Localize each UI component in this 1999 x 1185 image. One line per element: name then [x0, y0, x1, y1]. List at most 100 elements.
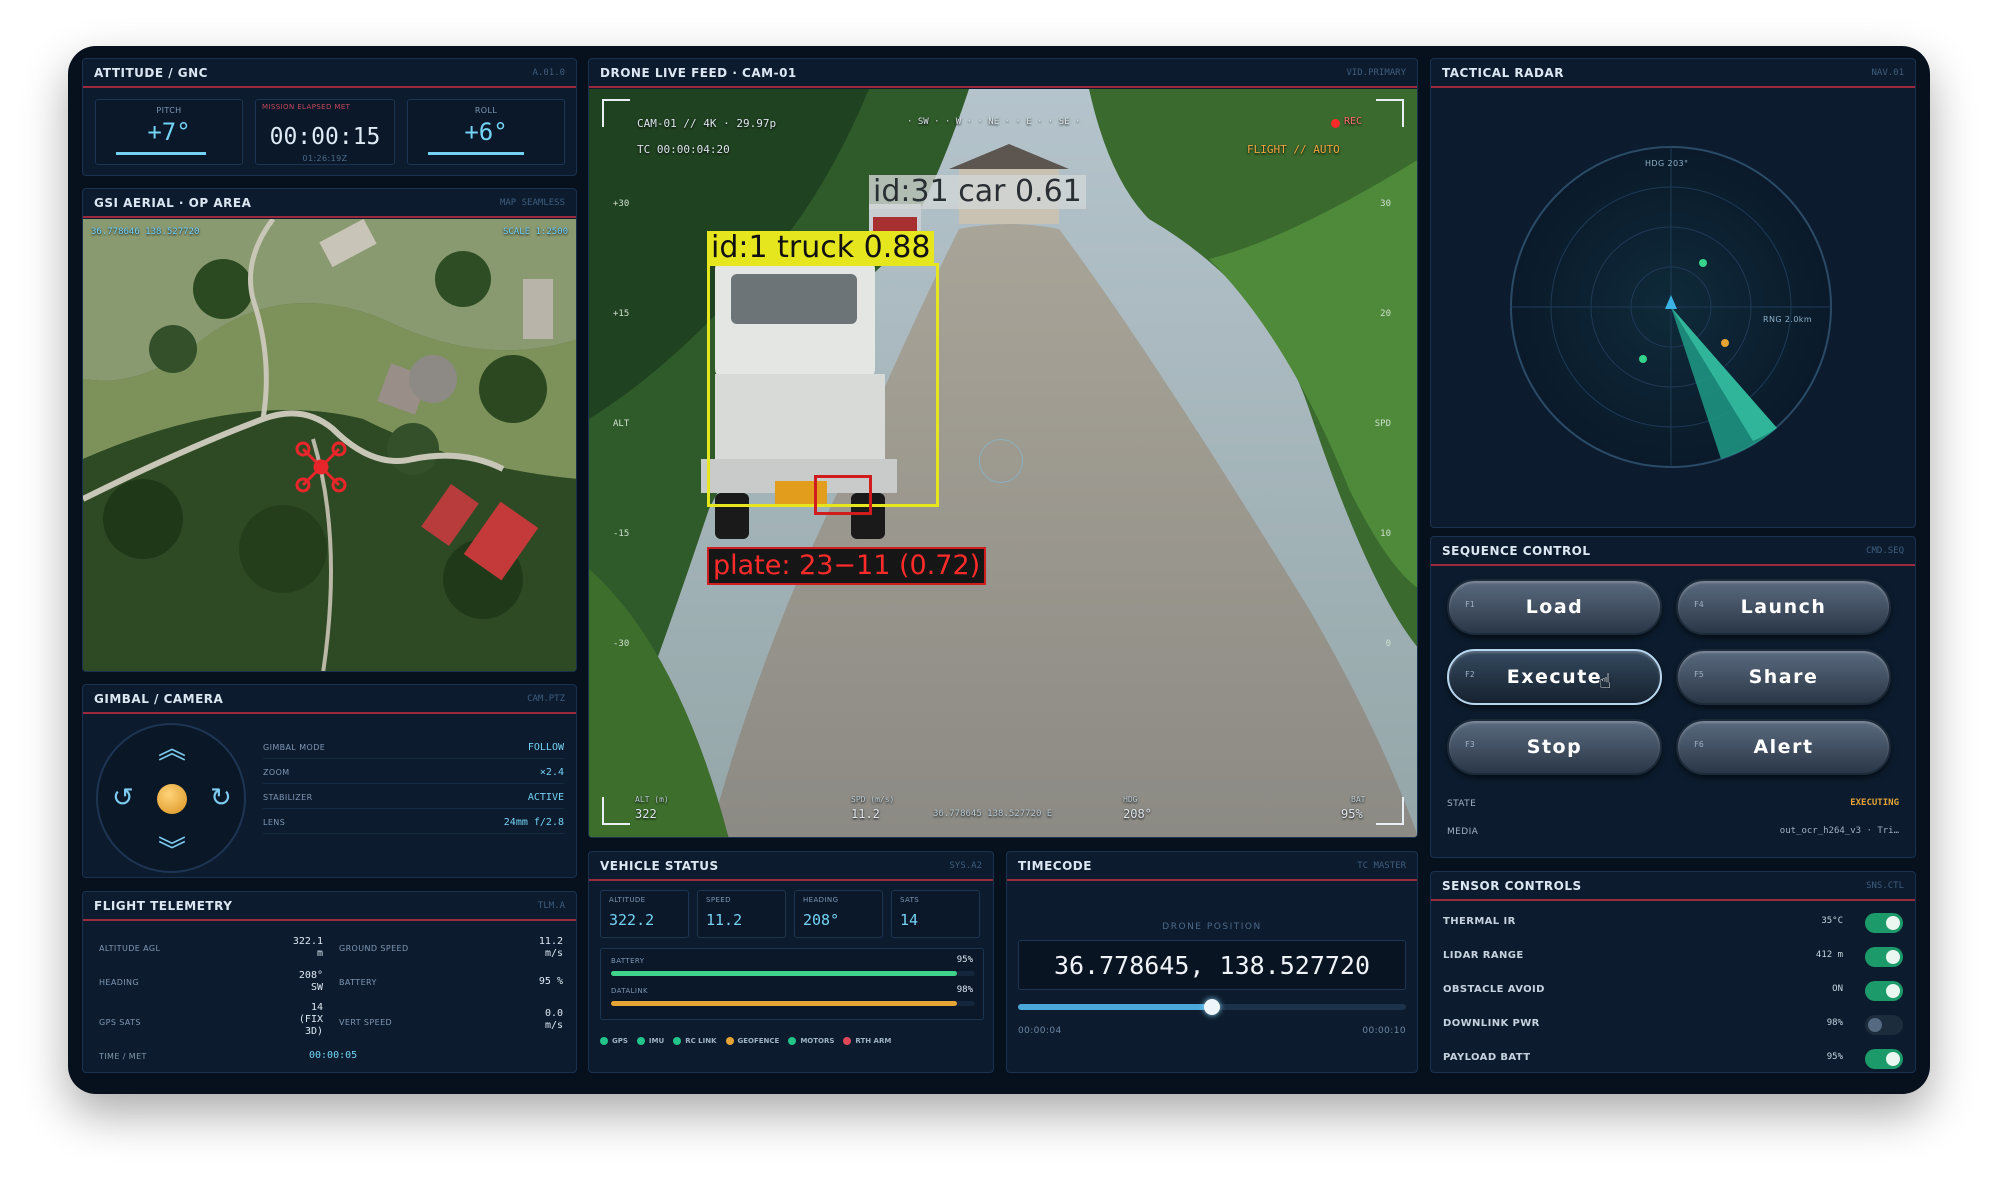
gimbal-panel: GIMBAL / CAMERA CAM.PTZ ︽ ︾ ↺ ↻ GIMBAL MO…: [82, 684, 577, 878]
vehicle-stat-cell: SATS 14: [891, 890, 980, 938]
gimbal-dpad[interactable]: ︽ ︾ ↺ ↻: [96, 723, 246, 873]
status-dot-icon: [788, 1037, 797, 1045]
rotate-right-icon[interactable]: ↻: [210, 783, 232, 813]
sensor-label: DOWNLINK PWR: [1443, 1018, 1540, 1029]
stop-button[interactable]: F3 Stop: [1447, 719, 1662, 775]
sensor-toggle[interactable]: [1865, 913, 1903, 933]
datalink-bar-fill: [611, 1001, 958, 1006]
function-key-hint: F1: [1465, 600, 1475, 609]
gimbal-row-divider: [263, 833, 564, 834]
pitch-ladder-tick: +30: [613, 199, 630, 209]
status-indicator-label: RC LINK: [685, 1037, 717, 1045]
status-indicator: IMU: [636, 1037, 664, 1045]
flight-telemetry-panel: FLIGHT TELEMETRY TLM.A ALTITUDE AGL 322.1…: [82, 891, 577, 1073]
camera-info: CAM-01 // 4K · 29.97p: [637, 117, 777, 130]
function-key-hint: F4: [1694, 600, 1704, 609]
vehicle-stat-label: HEADING: [803, 896, 839, 904]
gimbal-row-divider: [263, 808, 564, 809]
vehicle-stat-label: SATS: [900, 896, 920, 904]
tilt-up-icon[interactable]: ︽: [158, 735, 186, 763]
gimbal-center-knob[interactable]: [157, 784, 187, 814]
roll-value: +6°: [464, 118, 508, 146]
battery-label: BATTERY: [339, 978, 377, 987]
sensor-toggle[interactable]: [1865, 1049, 1903, 1069]
sensor-toggle[interactable]: [1865, 981, 1903, 1001]
pitch-ladder-tick: -15: [613, 529, 630, 539]
frame-corner-tl: [602, 99, 630, 127]
panel-header: ATTITUDE / GNC A.01.0: [83, 59, 576, 88]
panel-code: VID.PRIMARY: [1346, 67, 1406, 78]
panel-header: VEHICLE STATUS SYS.A2: [589, 852, 993, 881]
plate-detection-box: [814, 475, 872, 515]
feed-timecode: TC 00:00:04:20: [637, 143, 730, 156]
bottom-alt-label: ALT (m): [635, 795, 669, 804]
timeline-progress: [1018, 1004, 1212, 1010]
truck-detection-box: [707, 263, 939, 507]
sensor-row: PAYLOAD BATT 95%: [1431, 1046, 1915, 1072]
pitch-readout: PITCH +7°: [95, 99, 243, 165]
panel-title: TACTICAL RADAR: [1442, 65, 1564, 80]
status-dot-icon: [673, 1037, 682, 1045]
sensor-label: OBSTACLE AVOID: [1443, 984, 1545, 995]
vehicle-stat-cell: HEADING 208°: [794, 890, 883, 938]
aerial-map-panel: GSI AERIAL · OP AREA MAP SEAMLESS 36.7786…: [82, 188, 577, 672]
panel-title: TIMECODE: [1018, 858, 1092, 873]
execute-button[interactable]: F2 Execute: [1447, 649, 1662, 705]
mission-elapsed-readout: MISSION ELAPSED MET 00:00:15 01:26:19Z: [255, 99, 395, 165]
sensor-toggle[interactable]: [1865, 1015, 1903, 1035]
bottom-speed-value: 11.2: [851, 807, 880, 821]
radar-range: RNG 2.0km: [1763, 315, 1813, 324]
timeline-scrubber-handle[interactable]: [1204, 999, 1220, 1015]
frame-corner-bl: [602, 797, 630, 825]
alert-button[interactable]: F6 Alert: [1676, 719, 1891, 775]
sensor-toggle[interactable]: [1865, 947, 1903, 967]
panel-title: DRONE LIVE FEED · CAM-01: [600, 65, 797, 80]
aerial-map[interactable]: [83, 219, 577, 672]
vehicle-stat-value: 11.2: [706, 911, 743, 929]
button-label: Launch: [1740, 596, 1827, 618]
speed-ladder-tick: 10: [1380, 529, 1391, 539]
button-label: Load: [1525, 596, 1584, 618]
battery-bar-fill: [611, 971, 957, 976]
button-label: Execute: [1506, 666, 1603, 688]
load-button[interactable]: F1 Load: [1447, 579, 1662, 635]
gimbal-row-label: LENS: [263, 818, 286, 827]
panel-code: CMD.SEQ: [1866, 545, 1904, 556]
speed-ladder-tick: SPD: [1374, 419, 1391, 429]
gimbal-row-label: ZOOM: [263, 768, 290, 777]
status-indicator: GPS: [600, 1037, 628, 1045]
timeline-track[interactable]: [1018, 999, 1406, 1015]
status-indicator-label: RTH ARM: [855, 1037, 892, 1045]
state-label: STATE: [1447, 799, 1477, 809]
panel-header: DRONE LIVE FEED · CAM-01 VID.PRIMARY: [589, 59, 1417, 88]
vert-speed-unit: m/s: [544, 1020, 563, 1031]
status-indicator: RC LINK: [673, 1037, 717, 1045]
bottom-heading-value: 208°: [1123, 807, 1152, 821]
datalink-bar-label: DATALINK: [611, 987, 649, 995]
status-dot-icon: [725, 1037, 734, 1045]
status-indicator-label: MOTORS: [800, 1037, 835, 1045]
live-feed-panel: DRONE LIVE FEED · CAM-01 VID.PRIMARY id:3…: [588, 58, 1418, 838]
ground-speed-label: GROUND SPEED: [339, 944, 409, 953]
sensor-label: PAYLOAD BATT: [1443, 1052, 1531, 1063]
rotate-left-icon[interactable]: ↺: [112, 783, 134, 813]
heading-value: 208°: [298, 970, 323, 981]
panel-title: GSI AERIAL · OP AREA: [94, 195, 252, 210]
sensor-value: ON: [1832, 984, 1843, 994]
gimbal-row-value: ACTIVE: [527, 792, 564, 803]
battery-bar-label: BATTERY: [611, 957, 645, 965]
time-met-label: TIME / MET: [99, 1052, 147, 1061]
media-label: MEDIA: [1447, 827, 1479, 837]
crosshair-icon: [979, 439, 1023, 483]
tilt-down-icon[interactable]: ︾: [158, 837, 186, 865]
share-button[interactable]: F5 Share: [1676, 649, 1891, 705]
launch-button[interactable]: F4 Launch: [1676, 579, 1891, 635]
function-key-hint: F5: [1694, 670, 1704, 679]
status-dot-icon: [636, 1037, 645, 1045]
sensor-value: 95%: [1826, 1052, 1843, 1062]
state-value: EXECUTING: [1850, 798, 1899, 808]
bottom-speed-label: SPD (m/s): [851, 795, 895, 804]
gimbal-row-label: GIMBAL MODE: [263, 743, 326, 752]
heading-unit: SW: [310, 982, 323, 993]
car-detection-label: id:31 car 0.61: [869, 175, 1086, 209]
